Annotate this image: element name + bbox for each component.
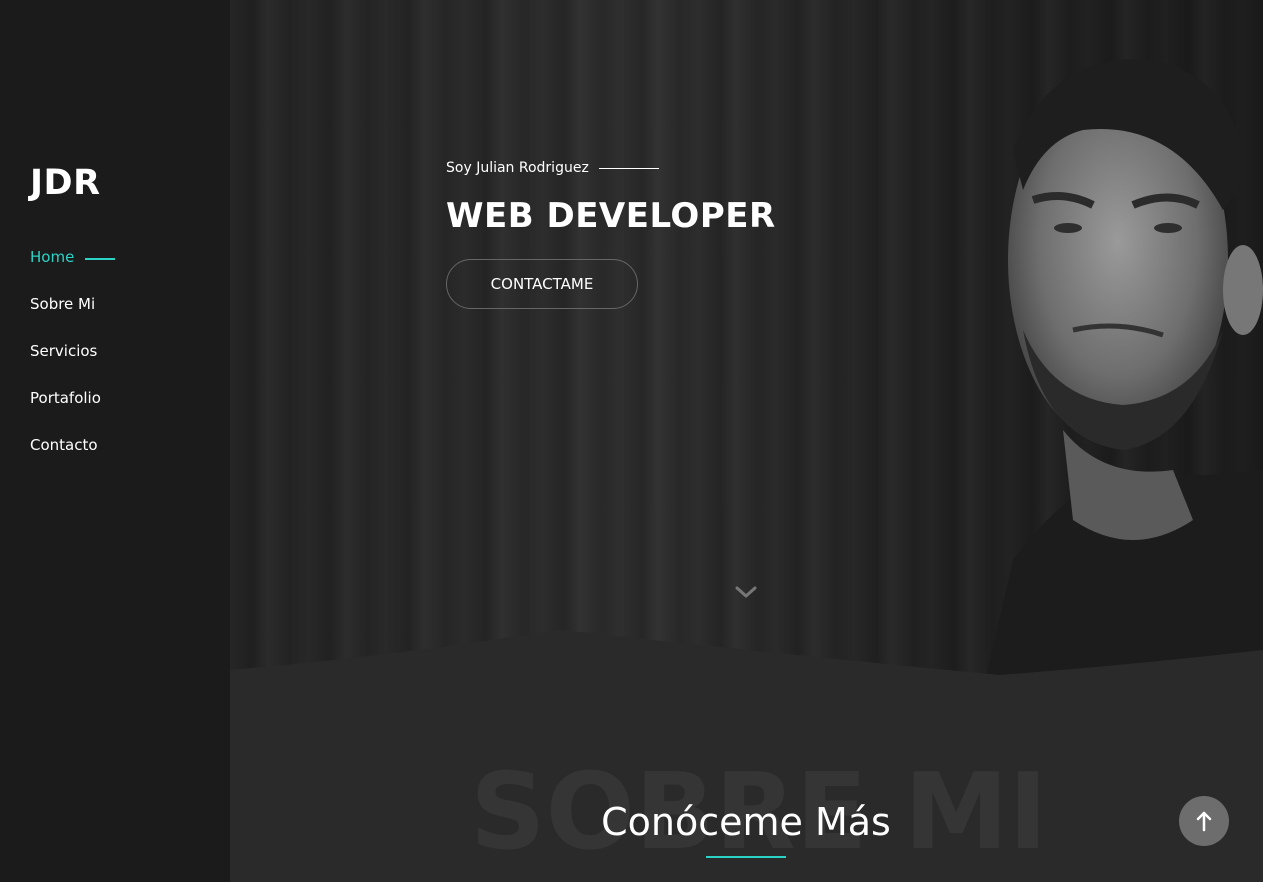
nav-item-label: Sobre Mi	[30, 295, 96, 313]
scroll-down-button[interactable]	[734, 584, 758, 604]
hero-intro: Soy Julian Rodriguez	[446, 160, 659, 176]
main-nav: Home Sobre Mi Servicios Portafolio Conta…	[30, 248, 116, 483]
sidebar: JDR Home Sobre Mi Servicios Portafolio C…	[0, 0, 230, 882]
active-indicator	[85, 258, 116, 260]
chevron-down-icon	[735, 586, 757, 598]
hero-intro-text: Soy Julian Rodriguez	[446, 160, 589, 176]
nav-item-contacto[interactable]: Contacto	[30, 436, 115, 483]
contact-button[interactable]: CONTACTAME	[446, 259, 638, 309]
section-title: Conóceme Más	[601, 800, 891, 844]
section-title-underline	[706, 856, 786, 858]
nav-item-label: Contacto	[30, 436, 98, 454]
nav-item-label: Home	[30, 248, 75, 266]
site-logo[interactable]: JDR	[30, 163, 101, 203]
nav-item-label: Portafolio	[30, 389, 101, 407]
back-to-top-button[interactable]	[1179, 796, 1229, 846]
intro-divider-line	[598, 167, 659, 169]
nav-item-home[interactable]: Home	[30, 248, 116, 295]
nav-item-sobre-mi[interactable]: Sobre Mi	[30, 295, 115, 342]
section-divider-shape	[230, 630, 1263, 700]
nav-item-label: Servicios	[30, 342, 98, 360]
arrow-up-icon	[1196, 811, 1212, 832]
nav-item-portafolio[interactable]: Portafolio	[30, 389, 115, 436]
main-content: Soy Julian Rodriguez WEB DEVELOPER CONTA…	[230, 0, 1263, 882]
nav-item-servicios[interactable]: Servicios	[30, 342, 115, 389]
hero-role-title: WEB DEVELOPER	[446, 196, 776, 236]
hero-portrait-image	[983, 59, 1263, 690]
